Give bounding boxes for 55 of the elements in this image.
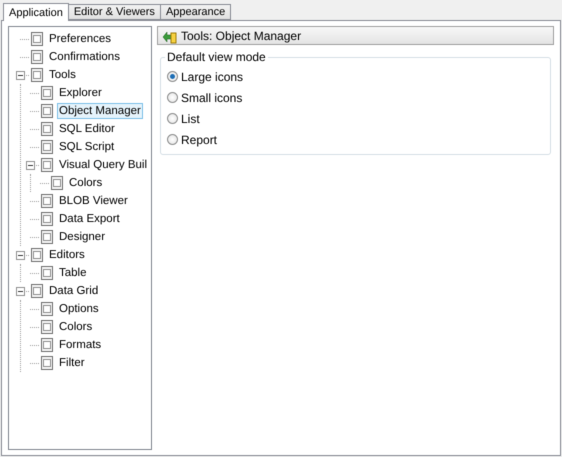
tree-item[interactable]: Preferences — [47, 31, 114, 47]
page-icon — [39, 319, 55, 335]
page-icon — [39, 193, 55, 209]
collapse-toggle[interactable] — [16, 250, 24, 260]
tab[interactable]: Appearance — [160, 4, 232, 20]
tree-item[interactable]: Object Manager — [57, 103, 143, 119]
page-icon — [39, 157, 55, 173]
page-icon — [29, 49, 45, 65]
radio-button[interactable] — [167, 71, 178, 82]
collapse-toggle[interactable] — [16, 70, 24, 80]
tree-item[interactable]: Confirmations — [47, 49, 122, 65]
tree-item[interactable]: Data Grid — [47, 283, 100, 299]
page-icon — [39, 337, 55, 353]
tree-item[interactable]: Designer — [57, 229, 108, 245]
tree-item[interactable]: Colors — [67, 175, 104, 191]
tree-item[interactable]: Table — [57, 265, 88, 281]
page-icon — [39, 211, 55, 227]
page-icon — [29, 247, 45, 263]
tree-item[interactable]: SQL Editor — [57, 121, 117, 137]
radio-button[interactable] — [167, 92, 178, 103]
tree-item[interactable]: Options — [57, 301, 101, 317]
page-icon — [29, 67, 45, 83]
page-icon — [39, 355, 55, 371]
page-icon — [39, 103, 55, 119]
collapse-toggle[interactable] — [26, 160, 34, 170]
page-icon — [39, 265, 55, 281]
tree-item[interactable]: Formats — [57, 337, 104, 353]
tree-item[interactable]: BLOB Viewer — [57, 193, 130, 209]
group-legend: Default view mode — [165, 50, 268, 64]
tree-item[interactable]: Tools — [47, 67, 78, 83]
page-icon — [29, 283, 45, 299]
page-icon — [39, 139, 55, 155]
radio-label[interactable]: Report — [181, 132, 218, 146]
radio-label[interactable]: Small icons — [181, 90, 242, 104]
tree-item[interactable]: Editors — [47, 247, 87, 263]
tab[interactable]: Editor & Viewers — [68, 4, 161, 20]
tree-item[interactable]: Colors — [57, 319, 94, 335]
radio-button[interactable] — [167, 113, 178, 124]
page-icon — [49, 175, 65, 191]
collapse-toggle[interactable] — [16, 286, 24, 296]
radio-label[interactable]: List — [181, 112, 200, 126]
page-icon — [39, 301, 55, 317]
tree-item[interactable]: Data Export — [57, 211, 122, 227]
panel-title: Tools: Object Manager — [181, 28, 302, 42]
tree-item[interactable]: Explorer — [57, 85, 104, 101]
page-icon — [39, 121, 55, 137]
tab[interactable]: Application — [3, 3, 69, 21]
page-icon — [39, 229, 55, 245]
tree-item[interactable]: SQL Script — [57, 139, 116, 155]
page-icon — [29, 31, 45, 47]
radio-label[interactable]: Large icons — [181, 70, 244, 84]
page-icon — [39, 85, 55, 101]
tree-item[interactable]: Filter — [57, 355, 87, 371]
radio-button[interactable] — [167, 134, 178, 145]
tree-item[interactable]: Visual Query Buil — [57, 157, 149, 173]
